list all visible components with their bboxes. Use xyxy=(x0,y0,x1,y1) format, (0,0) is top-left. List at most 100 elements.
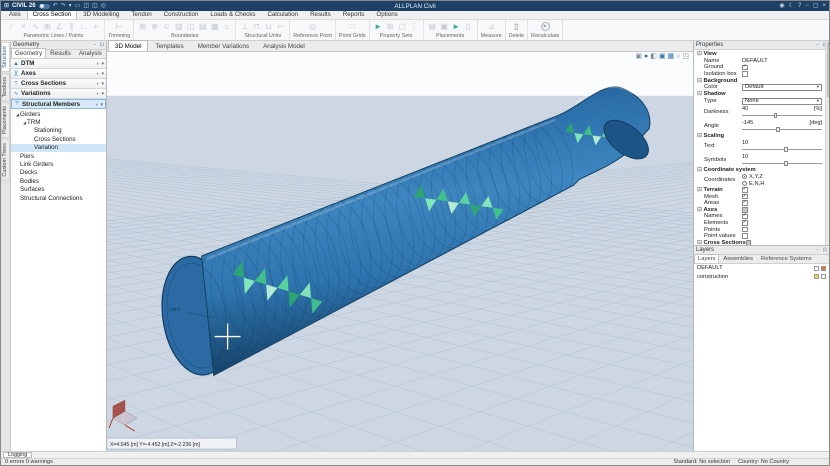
chevron-down-icon[interactable] xyxy=(101,80,104,87)
slider-handle[interactable] xyxy=(784,161,788,166)
quick-toggle[interactable] xyxy=(39,4,50,9)
rail-tab-custom-trees[interactable]: Custom Trees xyxy=(1,139,10,181)
tree-item-cross-sections[interactable]: Cross Sections xyxy=(11,135,106,143)
redo-caret-icon[interactable]: ▾ xyxy=(69,3,72,9)
chevron-down-icon[interactable] xyxy=(100,101,103,108)
boundary-rows-icon[interactable]: ▤ xyxy=(197,21,208,32)
boundary-region-icon[interactable]: ⊂ xyxy=(161,21,172,32)
properties-scrollbar[interactable] xyxy=(825,41,829,245)
property-box-icon[interactable]: ▢ xyxy=(397,21,408,32)
tree-item-trm[interactable]: TRM xyxy=(11,118,106,126)
point-icon[interactable]: + xyxy=(90,21,101,32)
section-cross-sections[interactable]: ⊤Cross Sections xyxy=(11,79,106,89)
placement-area-icon[interactable]: ▤ xyxy=(427,21,438,32)
layer-color-chip[interactable] xyxy=(821,266,826,271)
redo-icon[interactable]: ↷ xyxy=(61,3,66,9)
viewport-tab-3d-model[interactable]: 3D Model xyxy=(108,40,148,51)
tree-item-link-girders[interactable]: Link Girders xyxy=(11,160,106,168)
tree-item-girders[interactable]: Girders xyxy=(11,110,106,118)
section-structural-members[interactable]: ⊤Structural Members xyxy=(11,99,106,109)
unit-support-icon[interactable]: ⊥ xyxy=(239,21,250,32)
layer-color-chip[interactable] xyxy=(814,266,819,271)
fullscreen-icon[interactable]: ◳ xyxy=(682,53,689,60)
property-assign-icon[interactable]: ► xyxy=(373,21,384,32)
boundary-grid-icon[interactable]: ⊞ xyxy=(137,21,148,32)
radio-x-y-z[interactable]: X,Y,Z xyxy=(742,174,764,180)
elements-checkbox[interactable] xyxy=(742,220,748,226)
viewport-tab-analysis-model[interactable]: Analysis Model xyxy=(256,40,312,51)
minimize-button[interactable]: − xyxy=(805,3,809,9)
render-image-icon[interactable]: ▣ xyxy=(635,53,642,60)
chevron-down-icon[interactable] xyxy=(101,60,104,67)
layer-row-default[interactable]: DEFAULT xyxy=(694,264,829,273)
maximize-button[interactable]: ▢ xyxy=(813,3,819,9)
section-variations[interactable]: ∿Variations xyxy=(11,89,106,99)
spline-icon[interactable]: ∿ xyxy=(30,21,41,32)
layers-tab-reference-systems[interactable]: Reference Systems xyxy=(757,254,816,263)
parallel-lines-icon[interactable]: ∥ xyxy=(66,21,77,32)
geometry-tab-geometry[interactable]: Geometry xyxy=(11,48,46,58)
geometry-tab-results[interactable]: Results xyxy=(46,48,75,58)
tree-item-decks[interactable]: Decks xyxy=(11,169,106,177)
chevron-down-icon[interactable] xyxy=(101,70,104,77)
slider-handle[interactable] xyxy=(774,113,778,118)
circle-view-icon[interactable]: ○ xyxy=(676,53,680,60)
recalculate-icon[interactable]: ▶ xyxy=(541,22,550,31)
areas-checkbox[interactable] xyxy=(742,200,748,206)
viewport-tab-member-variations[interactable]: Member Variations xyxy=(191,40,256,51)
geometry-tab-analysis[interactable]: Analysis xyxy=(75,48,106,58)
viewport-canvas[interactable]: Axis 1X=4.545 [m] Y=-4.452 [m] Z=-2.236 … xyxy=(107,52,693,451)
target-ring-icon[interactable]: ◎ xyxy=(101,3,106,9)
chevron-down-icon[interactable] xyxy=(101,90,104,97)
rail-tab-placements[interactable]: Placements xyxy=(1,102,10,138)
ground-checkbox[interactable] xyxy=(742,65,748,71)
corner-line-icon[interactable]: ∟ xyxy=(78,21,89,32)
undo-icon[interactable]: ↶ xyxy=(53,3,58,9)
properties-minimize-icon[interactable]: − xyxy=(816,42,819,48)
theme-moon-icon[interactable]: ☾ xyxy=(789,3,794,9)
type-dropdown[interactable]: None xyxy=(742,98,822,105)
trim-icon[interactable]: ⊢ xyxy=(114,21,125,32)
grid-lines-icon[interactable]: ⊞ xyxy=(42,21,53,32)
filter-icon[interactable] xyxy=(96,70,100,77)
close-button[interactable]: × xyxy=(822,3,826,9)
symbols-slider[interactable]: 10 xyxy=(742,153,822,167)
filter-icon[interactable] xyxy=(95,101,99,108)
unit-frame-icon[interactable]: ⊓ xyxy=(251,21,262,32)
placement-bin-icon[interactable]: ▯ xyxy=(463,21,474,32)
grid-view-icon[interactable]: ▦ xyxy=(668,53,675,60)
slider-track[interactable] xyxy=(742,147,822,152)
viewport-tab-templates[interactable]: Templates xyxy=(148,40,190,51)
layout-split-icon[interactable]: ◫ xyxy=(83,3,89,9)
section-axes[interactable]: ╳Axes xyxy=(11,69,106,79)
layer-color-chip[interactable] xyxy=(814,274,819,279)
tree-item-stationing[interactable]: Stationing xyxy=(11,127,106,135)
slider-track[interactable] xyxy=(742,113,822,118)
line-icon[interactable]: ∕ xyxy=(6,21,17,32)
tree-item-structural-connections[interactable]: Structural Connections xyxy=(11,194,106,202)
angle-slider[interactable]: -145[deg] xyxy=(742,119,822,133)
layout-quad-icon[interactable]: ◫ xyxy=(92,3,98,9)
filter-icon[interactable] xyxy=(96,60,100,67)
rail-tab-structure[interactable]: Structure xyxy=(1,42,10,72)
layout-single-icon[interactable]: ▭ xyxy=(75,3,81,9)
slider-handle[interactable] xyxy=(776,127,780,132)
tree-item-variation[interactable]: Variation xyxy=(11,144,106,152)
radio-e-n-h[interactable]: E,N,H xyxy=(742,181,764,187)
tree-item-surfaces[interactable]: Surfaces xyxy=(11,186,106,194)
help-icon[interactable]: ? xyxy=(798,3,801,9)
layers-pin-icon[interactable]: ⊡ xyxy=(823,247,827,253)
reference-point-icon[interactable]: ◎ xyxy=(307,21,318,32)
color-dropdown[interactable]: Default xyxy=(742,84,822,91)
darkness-slider[interactable]: 40[%] xyxy=(742,105,822,119)
section-dtm[interactable]: ▲DTM xyxy=(11,59,106,69)
boundary-move-icon[interactable]: ⊕ xyxy=(149,21,160,32)
account-icon[interactable]: ◉ xyxy=(779,3,784,9)
angle-line-icon[interactable]: ∠ xyxy=(54,21,65,32)
cross-lines-icon[interactable]: × xyxy=(18,21,29,32)
point-grid-icon[interactable]: ∷ xyxy=(347,21,358,32)
cross-sections-checkbox[interactable] xyxy=(746,240,752,245)
filter-icon[interactable] xyxy=(96,80,100,87)
unit-base-icon[interactable]: ⊔ xyxy=(263,21,274,32)
slider-track[interactable] xyxy=(742,127,822,132)
